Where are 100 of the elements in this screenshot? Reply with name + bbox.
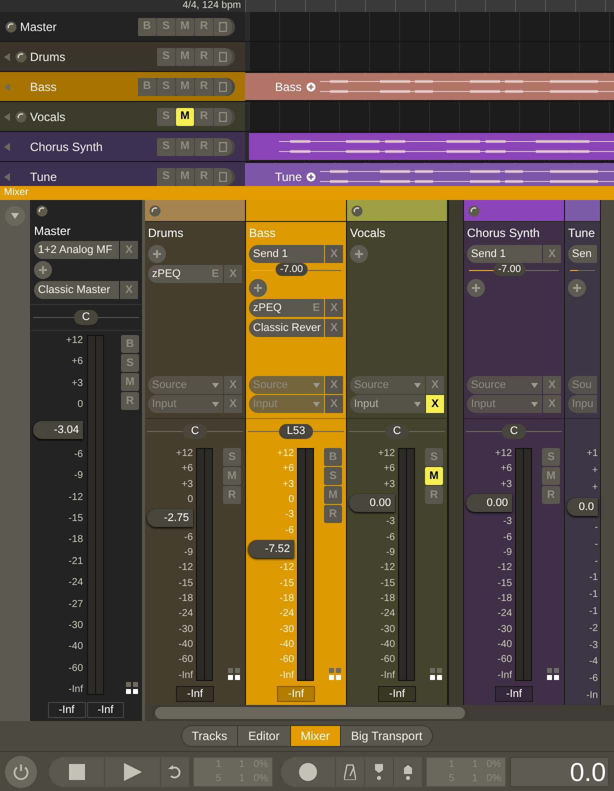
scale-label: -15 xyxy=(380,578,395,589)
peak-readout: -Inf xyxy=(277,686,315,702)
scale-label: 0 xyxy=(187,494,193,506)
scale-label: -1 xyxy=(589,606,598,618)
fader-handle[interactable]: 0.00 xyxy=(466,494,512,512)
fader-handle[interactable]: 0.00 xyxy=(349,494,395,512)
scale-label: -18 xyxy=(280,593,294,604)
scale-label: +6 xyxy=(384,463,395,474)
send-level-knob[interactable]: -7.00 xyxy=(493,263,526,276)
peak-readout: -Inf xyxy=(378,686,416,702)
pan-knob[interactable]: C xyxy=(385,424,409,439)
plugin-slot[interactable]: Classic Master xyxy=(34,281,119,299)
fader-handle[interactable]: -7.52 xyxy=(248,540,294,558)
scale-label: -Inf xyxy=(68,684,83,695)
track-name: Bass xyxy=(30,78,58,96)
view-tab[interactable]: Editor xyxy=(238,726,290,746)
plus-icon xyxy=(253,283,263,293)
routing-select[interactable]: Source xyxy=(467,376,542,394)
channel-toggle-button[interactable]: M xyxy=(425,467,443,485)
routing-select[interactable]: Sou xyxy=(568,376,597,394)
scale-label: -12 xyxy=(280,562,294,574)
scale-label: -24 xyxy=(68,577,83,588)
scale-label: +12 xyxy=(66,335,83,346)
add-button[interactable] xyxy=(148,245,166,263)
scale-label: -6 xyxy=(589,673,598,684)
routing-select[interactable]: Source xyxy=(249,376,324,394)
routing-select[interactable]: Source xyxy=(350,376,425,394)
pan-knob[interactable]: C xyxy=(502,424,526,439)
send-slot[interactable]: Send 1 xyxy=(467,245,542,263)
output-select[interactable]: 1+2 Analog MF xyxy=(34,241,119,259)
routing-select[interactable]: Source xyxy=(148,376,223,394)
lane-button[interactable] xyxy=(214,138,232,156)
loop-button[interactable] xyxy=(161,756,189,786)
send-slot[interactable]: Send 1 xyxy=(249,245,324,263)
routing-select[interactable]: Input xyxy=(467,395,542,413)
scale-label: +3 xyxy=(282,478,294,490)
scale-label: -3 xyxy=(503,516,512,528)
dropdown-button[interactable] xyxy=(5,206,25,226)
view-tab[interactable]: Big Transport xyxy=(340,726,432,746)
add-button[interactable] xyxy=(34,261,52,279)
add-button[interactable] xyxy=(249,279,267,297)
scale-label: -40 xyxy=(178,639,193,650)
routing-select[interactable]: Input xyxy=(148,395,223,413)
send-slot[interactable]: Sen xyxy=(568,245,597,263)
routing-select[interactable]: Inpu xyxy=(568,395,597,413)
fader-handle[interactable]: 0.0 xyxy=(567,498,598,516)
lane-button[interactable] xyxy=(214,48,232,66)
scale-label: + xyxy=(592,464,598,476)
metronome-button[interactable] xyxy=(336,756,364,786)
scale-label: 0 xyxy=(288,494,294,506)
pan-knob[interactable]: L53 xyxy=(278,424,314,439)
pan-knob[interactable]: C xyxy=(74,310,98,325)
play-icon xyxy=(124,762,142,780)
scale-label: -18 xyxy=(380,593,395,604)
meter-mode-icon[interactable] xyxy=(546,667,560,681)
caret-icon xyxy=(414,402,421,406)
channel-name: Master xyxy=(34,223,72,240)
scale-label: -Inf xyxy=(380,670,395,681)
scale-label: -24 xyxy=(380,608,395,620)
play-button[interactable] xyxy=(105,756,160,786)
remove-button[interactable]: X xyxy=(426,395,444,413)
view-tab[interactable]: Tracks xyxy=(182,726,238,746)
lane-button[interactable] xyxy=(214,18,232,36)
punch-out-button[interactable] xyxy=(394,756,422,786)
scrollbar-thumb[interactable] xyxy=(155,707,465,719)
clip-label: Tune xyxy=(275,168,302,186)
routing-select[interactable]: Input xyxy=(350,395,425,413)
caret-icon xyxy=(11,213,19,219)
meter-mode-icon[interactable] xyxy=(227,667,241,681)
scale-label: -40 xyxy=(68,641,83,652)
horizontal-scrollbar[interactable] xyxy=(145,705,614,721)
add-button[interactable] xyxy=(350,245,368,263)
clip-label: Bass xyxy=(275,78,302,96)
add-button[interactable] xyxy=(467,279,485,297)
lane-button[interactable] xyxy=(214,108,232,126)
scale-label: 0 xyxy=(77,399,83,410)
lane-button[interactable] xyxy=(214,168,232,186)
view-tab[interactable]: Mixer xyxy=(290,726,340,746)
fader-handle[interactable]: -2.75 xyxy=(147,509,193,528)
pan-knob[interactable]: C xyxy=(183,424,207,439)
plugin-slot[interactable]: Classic Rever xyxy=(249,319,324,337)
track-marker-icon xyxy=(4,112,10,120)
scale-label: -60 xyxy=(280,654,294,666)
power-button[interactable] xyxy=(5,756,37,788)
channel-toggle-button[interactable]: M xyxy=(176,108,194,126)
record-button[interactable] xyxy=(281,756,335,786)
send-level-knob[interactable]: -7.00 xyxy=(275,263,308,276)
knob-icon xyxy=(468,204,480,216)
meter-mode-icon[interactable] xyxy=(125,681,139,695)
scale-label: -9 xyxy=(184,547,193,558)
scale-label: + xyxy=(592,482,598,493)
punch-in-button[interactable] xyxy=(365,756,393,786)
add-button[interactable] xyxy=(568,279,586,297)
meter-mode-icon[interactable] xyxy=(429,667,443,681)
lane-button[interactable] xyxy=(214,78,232,96)
scale-label: -24 xyxy=(498,608,512,620)
scale-label: -3 xyxy=(386,516,395,528)
stop-button[interactable] xyxy=(49,756,104,786)
fader-handle[interactable]: -3.04 xyxy=(33,420,83,438)
routing-select[interactable]: Input xyxy=(249,395,324,413)
